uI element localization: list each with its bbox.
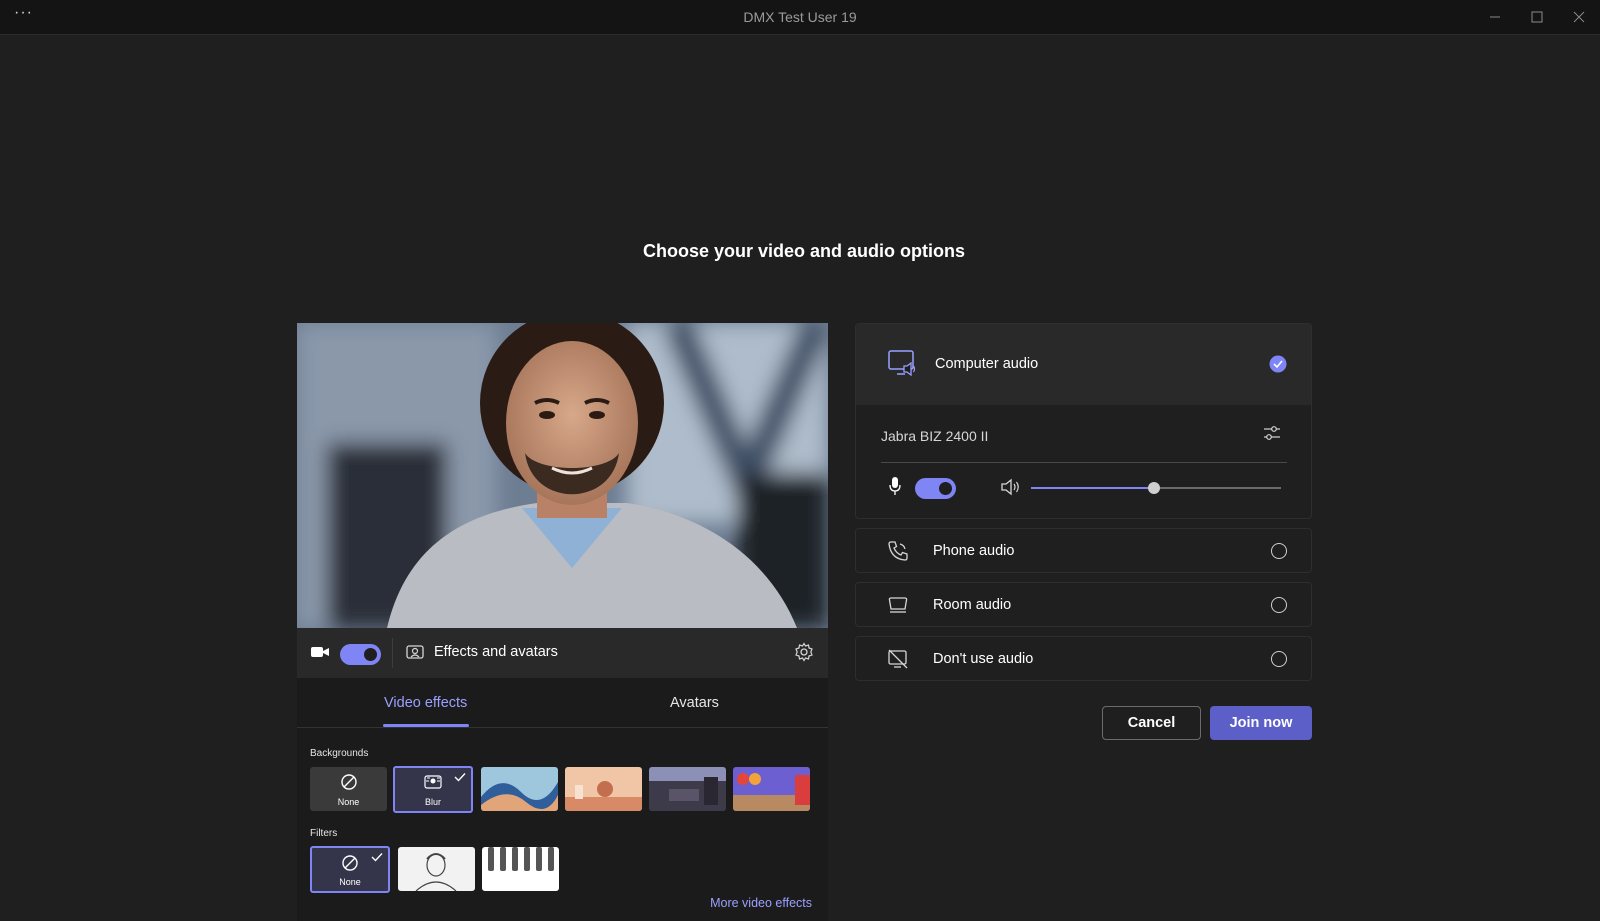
- thumb-label: None: [339, 877, 361, 887]
- background-blur[interactable]: Blur: [393, 766, 473, 813]
- device-settings-icon[interactable]: [1263, 424, 1281, 442]
- no-audio-radio[interactable]: [1271, 651, 1287, 667]
- thumb-label: Blur: [424, 797, 441, 807]
- background-none[interactable]: None: [310, 767, 387, 811]
- volume-slider[interactable]: [1031, 482, 1281, 494]
- no-audio-icon: [888, 649, 908, 669]
- video-controls-bar: Effects and avatars: [297, 628, 828, 678]
- close-icon: [1573, 11, 1585, 23]
- background-option-colorful-office[interactable]: [733, 767, 810, 811]
- volume-fill: [1031, 487, 1154, 489]
- none-icon: [340, 774, 357, 790]
- phone-audio-label: Phone audio: [933, 543, 1015, 559]
- filters-label: Filters: [310, 828, 338, 839]
- check-icon: [371, 853, 383, 862]
- room-icon: [888, 597, 908, 613]
- room-audio-option[interactable]: Room audio: [855, 582, 1312, 627]
- background-office-image: [733, 767, 810, 811]
- background-lounge-image: [649, 767, 726, 811]
- effects-and-avatars-button[interactable]: Effects and avatars: [434, 644, 558, 660]
- window-title: DMX Test User 19: [743, 9, 857, 25]
- room-audio-label: Room audio: [933, 597, 1012, 613]
- filter-option-piano[interactable]: [482, 847, 559, 891]
- background-option-waves[interactable]: [481, 767, 558, 811]
- filter-none[interactable]: None: [310, 846, 390, 893]
- computer-audio-card: Computer audio Jabra BIZ 2400 II: [855, 323, 1312, 519]
- video-preview: [297, 323, 828, 628]
- maximize-icon: [1531, 11, 1543, 23]
- filter-option-sketch[interactable]: [398, 847, 475, 891]
- no-audio-label: Don't use audio: [933, 651, 1034, 667]
- gear-icon[interactable]: [794, 642, 814, 662]
- tab-video-effects[interactable]: Video effects: [384, 695, 467, 711]
- minimize-icon: [1490, 16, 1500, 18]
- divider: [392, 638, 393, 668]
- computer-audio-option[interactable]: Computer audio: [856, 324, 1311, 405]
- more-video-effects-link[interactable]: More video effects: [710, 896, 812, 910]
- check-icon: [454, 773, 466, 782]
- volume-handle[interactable]: [1147, 482, 1160, 494]
- camera-toggle[interactable]: [340, 644, 381, 665]
- audio-device-name: Jabra BIZ 2400 II: [881, 428, 989, 444]
- join-now-button[interactable]: Join now: [1210, 706, 1312, 740]
- background-waves-image: [481, 767, 558, 811]
- no-audio-option[interactable]: Don't use audio: [855, 636, 1312, 681]
- minimize-button[interactable]: [1474, 0, 1516, 34]
- title-bar: ··· DMX Test User 19: [0, 0, 1600, 35]
- background-option-peach-room[interactable]: [565, 767, 642, 811]
- selected-check-icon: [1269, 355, 1287, 373]
- effects-icon: [406, 645, 424, 659]
- phone-audio-option[interactable]: Phone audio: [855, 528, 1312, 573]
- device-divider: [881, 462, 1287, 463]
- close-button[interactable]: [1558, 0, 1600, 34]
- blur-icon: [424, 775, 442, 789]
- camera-icon: [311, 647, 329, 657]
- effects-tabs: Video effects Avatars: [297, 678, 828, 728]
- microphone-toggle[interactable]: [915, 478, 956, 499]
- tab-selected-indicator: [383, 724, 469, 727]
- camera-preview-image: [297, 323, 828, 628]
- background-option-dark-lounge[interactable]: [649, 767, 726, 811]
- thumb-label: None: [337, 797, 360, 807]
- effects-panel: Video effects Avatars Backgrounds None B…: [297, 678, 828, 921]
- maximize-button[interactable]: [1516, 0, 1558, 34]
- page-title: Choose your video and audio options: [642, 241, 965, 261]
- filter-piano-image: [482, 847, 559, 891]
- phone-audio-radio[interactable]: [1271, 543, 1287, 559]
- microphone-icon: [889, 477, 901, 495]
- tab-avatars[interactable]: Avatars: [670, 695, 719, 711]
- toggle-knob: [939, 482, 952, 495]
- cancel-button[interactable]: Cancel: [1102, 706, 1201, 740]
- toggle-knob: [364, 648, 377, 661]
- speaker-icon: [1001, 478, 1019, 496]
- computer-audio-label: Computer audio: [935, 356, 1039, 372]
- background-peach-image: [565, 767, 642, 811]
- filter-sketch-image: [398, 847, 475, 891]
- backgrounds-label: Backgrounds: [310, 748, 369, 759]
- computer-audio-icon: [888, 350, 916, 377]
- room-audio-radio[interactable]: [1271, 597, 1287, 613]
- none-icon: [342, 855, 358, 871]
- phone-icon: [888, 541, 908, 561]
